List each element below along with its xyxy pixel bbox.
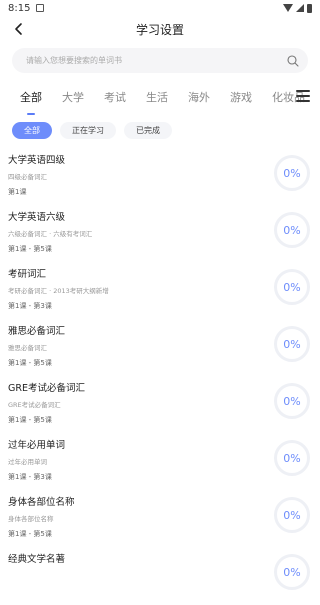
- tab-overseas[interactable]: 海外: [188, 89, 210, 105]
- progress-text: 0%: [283, 223, 301, 237]
- course-item[interactable]: 大学英语六级 六级必备词汇 · 六级有考词汇 第1课 - 第5课 0%: [0, 206, 320, 263]
- course-item[interactable]: 过年必用单词 过年必用单词 第1课 - 第3课 0%: [0, 434, 320, 491]
- course-item[interactable]: 考研词汇 考研必备词汇 · 2013考研大纲新增 第1课 - 第3课 0%: [0, 263, 320, 320]
- notification-icon: [36, 4, 45, 12]
- filter-row: 全部 正在学习 已完成: [0, 122, 320, 139]
- progress-ring: 0%: [274, 383, 310, 419]
- tab-games[interactable]: 游戏: [230, 89, 252, 105]
- search-input[interactable]: [24, 55, 286, 66]
- filter-learning-chip[interactable]: 正在学习: [60, 122, 116, 139]
- progress-ring: 0%: [274, 497, 310, 533]
- course-name: 过年必用单词: [8, 440, 66, 451]
- status-bar: 8:15: [0, 0, 320, 16]
- progress-ring: 0%: [274, 212, 310, 248]
- search-icon[interactable]: [286, 54, 300, 68]
- course-name: 身体各部位名称: [8, 497, 75, 508]
- progress-ring: 0%: [274, 440, 310, 476]
- course-lessons: 第1课 - 第3课: [8, 302, 52, 310]
- tab-life[interactable]: 生活: [146, 89, 168, 105]
- course-lessons: 第1课: [8, 188, 27, 196]
- tab-exam[interactable]: 考试: [104, 89, 126, 105]
- tab-university[interactable]: 大学: [62, 89, 84, 105]
- course-name: 经典文学名著: [8, 554, 66, 565]
- page-title: 学习设置: [135, 22, 184, 37]
- course-item[interactable]: 大学英语四级 四级必备词汇 第1课 0%: [0, 149, 320, 206]
- course-item[interactable]: 身体各部位名称 身体各部位名称 第1课 - 第5课 0%: [0, 491, 320, 548]
- progress-ring: 0%: [274, 326, 310, 362]
- course-name: 考研词汇: [8, 269, 47, 280]
- progress-text: 0%: [283, 508, 301, 522]
- status-time: 8:15: [8, 2, 31, 14]
- wifi-icon: [283, 4, 293, 12]
- progress-text: 0%: [283, 451, 301, 465]
- course-item[interactable]: 经典文学名著 0%: [0, 548, 320, 605]
- course-lessons: 第1课 - 第5课: [8, 416, 52, 424]
- progress-text: 0%: [283, 280, 301, 294]
- course-name: 大学英语四级: [8, 155, 66, 166]
- search-bar[interactable]: [12, 48, 308, 73]
- battery-icon: [307, 3, 312, 13]
- course-name: 雅思必备词汇: [8, 326, 66, 337]
- course-name: GRE考试必备词汇: [8, 383, 85, 394]
- tab-all[interactable]: 全部: [20, 89, 42, 105]
- title-bar: 学习设置: [0, 16, 320, 42]
- progress-text: 0%: [283, 394, 301, 408]
- filter-completed-chip[interactable]: 已完成: [124, 122, 172, 139]
- progress-text: 0%: [283, 565, 301, 579]
- progress-text: 0%: [283, 166, 301, 180]
- course-lessons: 第1课 - 第3课: [8, 473, 52, 481]
- course-item[interactable]: GRE考试必备词汇 GRE考试必备词汇 第1课 - 第5课 0%: [0, 377, 320, 434]
- progress-text: 0%: [283, 337, 301, 351]
- filter-all-chip[interactable]: 全部: [12, 122, 52, 139]
- back-button[interactable]: [8, 18, 30, 40]
- progress-ring: 0%: [274, 155, 310, 191]
- signal-icon: [296, 4, 304, 12]
- category-tabs: 全部 大学 考试 生活 海外 游戏 化妆品: [0, 86, 320, 108]
- progress-ring: 0%: [274, 554, 310, 590]
- course-lessons: 第1课 - 第5课: [8, 530, 52, 538]
- course-lessons: 第1课 - 第5课: [8, 245, 52, 253]
- progress-ring: 0%: [274, 269, 310, 305]
- chevron-left-icon: [15, 23, 22, 35]
- course-list: 大学英语四级 四级必备词汇 第1课 0% 大学英语六级 六级必备词汇 · 六级有…: [0, 149, 320, 605]
- menu-icon[interactable]: [296, 90, 310, 102]
- course-name: 大学英语六级: [8, 212, 66, 223]
- course-item[interactable]: 雅思必备词汇 雅思必备词汇 第1课 - 第5课 0%: [0, 320, 320, 377]
- course-lessons: 第1课 - 第5课: [8, 359, 52, 367]
